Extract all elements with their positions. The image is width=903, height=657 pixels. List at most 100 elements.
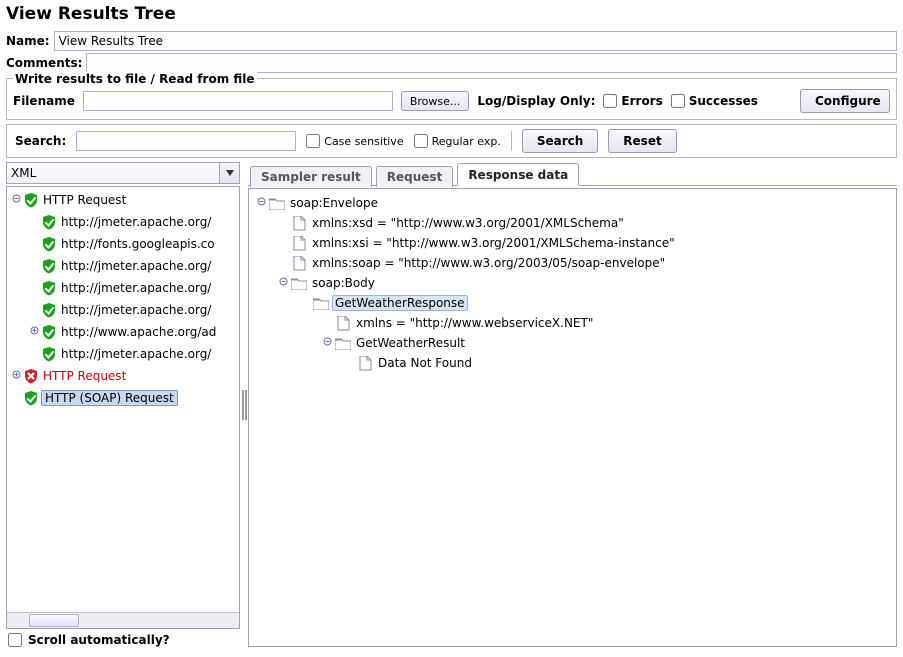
- renderer-dropdown[interactable]: XML: [6, 162, 240, 184]
- file-icon: [291, 216, 307, 230]
- xml-node-text: xmlns:xsd = "http://www.w3.org/2001/XMLS…: [310, 216, 626, 230]
- regex-label: Regular exp.: [432, 135, 501, 148]
- sample-label: HTTP (SOAP) Request: [41, 390, 178, 406]
- tab-response-data[interactable]: Response data: [457, 163, 579, 186]
- sample-tree-row[interactable]: HTTP Request: [7, 365, 239, 387]
- xml-tree-row[interactable]: xmlns:xsd = "http://www.w3.org/2001/XMLS…: [253, 213, 892, 233]
- errors-checkbox-input[interactable]: [603, 94, 617, 108]
- folder-icon: [291, 276, 307, 290]
- search-button[interactable]: Search: [522, 129, 598, 153]
- error-shield-icon: [23, 368, 39, 384]
- sample-label: http://jmeter.apache.org/: [59, 259, 213, 273]
- sample-tree-row[interactable]: http://jmeter.apache.org/: [7, 277, 239, 299]
- sample-label: http://fonts.googleapis.co: [59, 237, 217, 251]
- xml-node-text: Data Not Found: [376, 356, 474, 370]
- successes-checkbox-label: Successes: [689, 94, 758, 108]
- xml-tree-row[interactable]: soap:Body: [253, 273, 892, 293]
- success-shield-icon: [23, 390, 39, 406]
- sample-label: http://jmeter.apache.org/: [59, 281, 213, 295]
- xml-node-text: GetWeatherResponse: [332, 295, 468, 311]
- splitter[interactable]: [240, 162, 248, 647]
- xml-node-text: soap:Envelope: [288, 196, 380, 210]
- successes-checkbox[interactable]: Successes: [671, 94, 758, 108]
- search-section: Search: Case sensitive Regular exp. Sear…: [6, 124, 897, 158]
- tab-request[interactable]: Request: [376, 166, 454, 187]
- sample-tree-row[interactable]: http://jmeter.apache.org/: [7, 299, 239, 321]
- comments-field[interactable]: [86, 53, 897, 73]
- tree-expand-closed-icon[interactable]: [11, 370, 21, 382]
- case-sensitive-checkbox[interactable]: Case sensitive: [306, 134, 403, 148]
- xml-tree-row[interactable]: soap:Envelope: [253, 193, 892, 213]
- scroll-auto-checkbox-input[interactable]: [8, 633, 22, 647]
- sample-tree-row[interactable]: http://jmeter.apache.org/: [7, 255, 239, 277]
- sample-label: http://www.apache.org/ad: [59, 325, 218, 339]
- page-title: View Results Tree: [0, 0, 903, 30]
- reset-button[interactable]: Reset: [608, 129, 676, 153]
- success-shield-icon: [41, 214, 57, 230]
- folder-icon: [269, 196, 285, 210]
- regex-checkbox[interactable]: Regular exp.: [414, 134, 501, 148]
- xml-tree-row[interactable]: xmlns = "http://www.webserviceX.NET": [253, 313, 892, 333]
- tree-expand-open-icon[interactable]: [278, 277, 288, 289]
- comments-label: Comments:: [6, 56, 82, 70]
- sample-tree-row[interactable]: HTTP (SOAP) Request: [7, 387, 239, 409]
- folder-icon: [335, 336, 351, 350]
- success-shield-icon: [23, 192, 39, 208]
- success-shield-icon: [41, 346, 57, 362]
- sample-tree-row[interactable]: http://fonts.googleapis.co: [7, 233, 239, 255]
- sample-tree[interactable]: HTTP Request http://jmeter.apache.org/htt…: [7, 187, 239, 612]
- sample-label: http://jmeter.apache.org/: [59, 303, 213, 317]
- sample-label: HTTP Request: [41, 193, 128, 207]
- xml-tree-row[interactable]: xmlns:soap = "http://www.w3.org/2003/05/…: [253, 253, 892, 273]
- errors-checkbox[interactable]: Errors: [603, 94, 662, 108]
- regex-checkbox-input[interactable]: [414, 134, 428, 148]
- xml-tree-row[interactable]: GetWeatherResult: [253, 333, 892, 353]
- xml-node-text: xmlns = "http://www.webserviceX.NET": [354, 316, 595, 330]
- xml-tree-row[interactable]: xmlns:xsi = "http://www.w3.org/2001/XMLS…: [253, 233, 892, 253]
- success-shield-icon: [41, 302, 57, 318]
- success-shield-icon: [41, 258, 57, 274]
- name-label: Name:: [6, 34, 50, 48]
- folder-icon: [313, 296, 329, 310]
- xml-node-text: xmlns:soap = "http://www.w3.org/2003/05/…: [310, 256, 667, 270]
- tab-sampler-result[interactable]: Sampler result: [250, 166, 372, 187]
- scrollbar-thumb[interactable]: [29, 614, 79, 627]
- success-shield-icon: [41, 236, 57, 252]
- file-icon: [291, 236, 307, 250]
- configure-button[interactable]: Configure: [800, 89, 890, 113]
- horizontal-scrollbar[interactable]: [7, 612, 239, 628]
- file-icon: [291, 256, 307, 270]
- successes-checkbox-input[interactable]: [671, 94, 685, 108]
- xml-node-text: GetWeatherResult: [354, 336, 467, 350]
- file-icon: [357, 356, 373, 370]
- name-field[interactable]: [54, 31, 897, 51]
- case-sensitive-label: Case sensitive: [324, 135, 403, 148]
- file-icon: [335, 316, 351, 330]
- sample-tree-row[interactable]: HTTP Request: [7, 189, 239, 211]
- browse-button[interactable]: Browse...: [401, 91, 470, 111]
- success-shield-icon: [41, 324, 57, 340]
- scroll-auto-checkbox[interactable]: Scroll automatically?: [6, 629, 240, 647]
- case-sensitive-checkbox-input[interactable]: [306, 134, 320, 148]
- filename-field[interactable]: [83, 91, 393, 111]
- sample-tree-row[interactable]: http://jmeter.apache.org/: [7, 343, 239, 365]
- sample-label: HTTP Request: [41, 369, 128, 383]
- xml-node-text: xmlns:xsi = "http://www.w3.org/2001/XMLS…: [310, 236, 677, 250]
- xml-tree-row[interactable]: Data Not Found: [253, 353, 892, 373]
- tree-expand-open-icon[interactable]: [11, 194, 21, 206]
- tabs: Sampler result Request Response data: [248, 162, 897, 186]
- divider: [511, 131, 512, 151]
- file-section: Write results to file / Read from file F…: [6, 78, 897, 120]
- search-input[interactable]: [76, 131, 296, 151]
- sample-tree-row[interactable]: http://jmeter.apache.org/: [7, 211, 239, 233]
- tree-expand-open-icon[interactable]: [322, 337, 332, 349]
- filename-label: Filename: [13, 94, 75, 108]
- sample-tree-row[interactable]: http://www.apache.org/ad: [7, 321, 239, 343]
- xml-tree-row[interactable]: GetWeatherResponse: [253, 293, 892, 313]
- response-data-tree[interactable]: soap:Envelope xmlns:xsd = "http://www.w3.…: [248, 188, 897, 647]
- sample-label: http://jmeter.apache.org/: [59, 347, 213, 361]
- tree-expand-open-icon[interactable]: [256, 197, 266, 209]
- scroll-auto-label: Scroll automatically?: [28, 633, 170, 647]
- chevron-down-icon[interactable]: [219, 163, 239, 183]
- tree-expand-closed-icon[interactable]: [29, 326, 39, 338]
